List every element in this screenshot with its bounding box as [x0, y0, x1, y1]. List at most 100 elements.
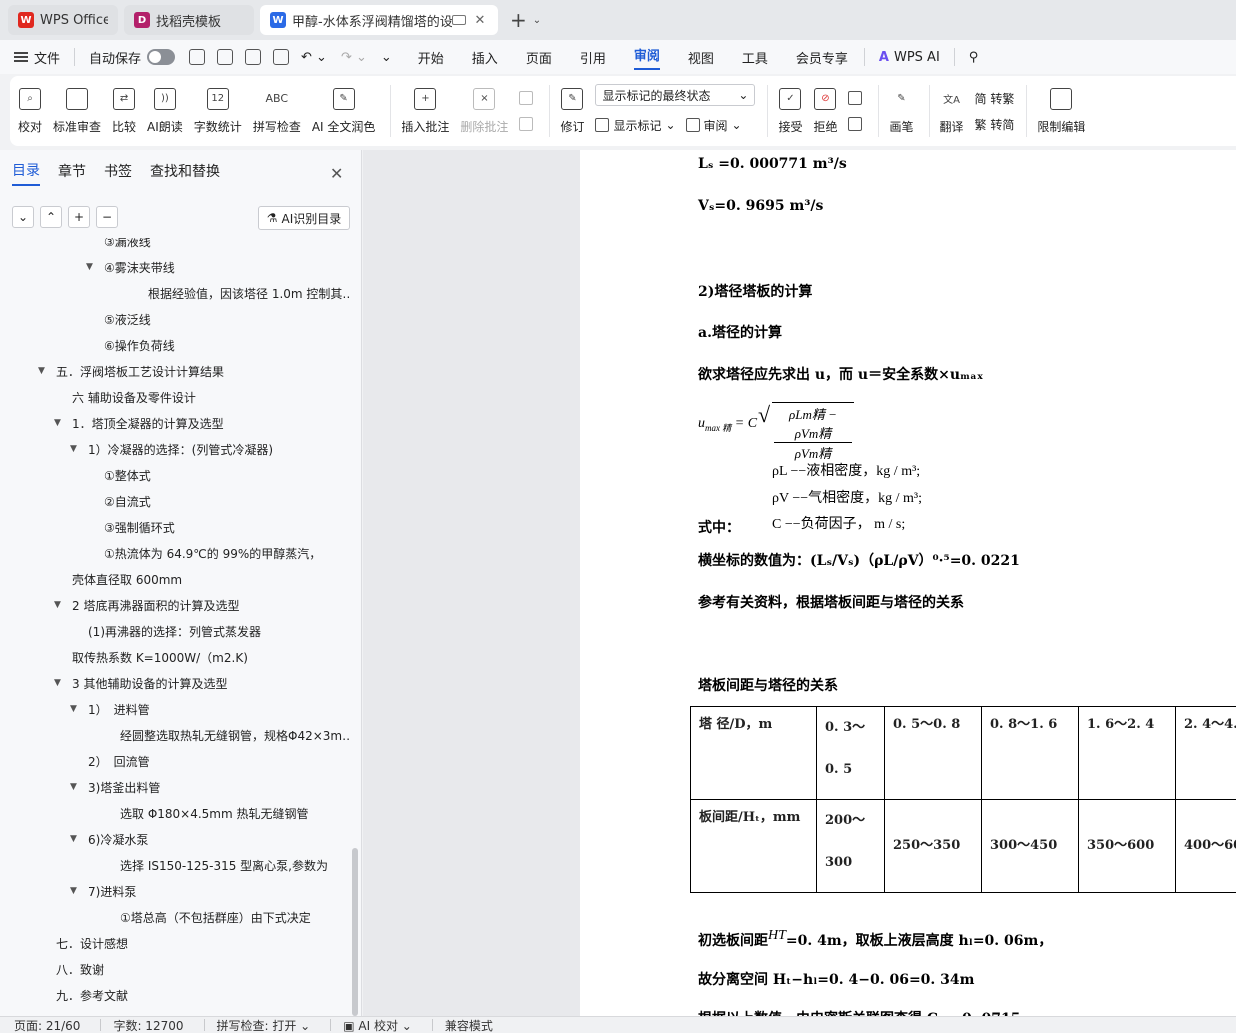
more-chevron-icon[interactable]: ⌄: [381, 50, 392, 65]
expand-arrow-icon[interactable]: ▼: [38, 366, 50, 376]
file-menu[interactable]: 文件: [14, 48, 60, 67]
to-traditional-button[interactable]: 简 转繁: [975, 85, 1015, 111]
pen-button[interactable]: ✎ 画笔: [889, 88, 913, 135]
proof-button[interactable]: ⌕ 校对: [18, 87, 42, 135]
spell-check-button[interactable]: ABC 拼写检查: [253, 88, 301, 135]
page-indicator[interactable]: 页面: 21/60: [14, 1017, 80, 1033]
accept-button[interactable]: ✓ 接受: [778, 87, 802, 135]
toc-item[interactable]: ▼ 3 其他辅助设备的计算及选型: [54, 670, 227, 696]
word-count-indicator[interactable]: 字数: 12700: [113, 1017, 183, 1033]
compare-button[interactable]: ⇄ 比较: [112, 87, 136, 135]
previous-comment-icon[interactable]: [519, 91, 534, 105]
spell-check-indicator[interactable]: 拼写检查: 打开 ⌄: [217, 1017, 311, 1033]
expand-arrow-icon[interactable]: ▼: [54, 418, 66, 428]
toc-item[interactable]: ⑤液泛线: [104, 306, 151, 332]
expand-arrow-icon[interactable]: ▼: [54, 678, 66, 688]
expand-arrow-icon[interactable]: ▼: [70, 834, 82, 844]
expand-arrow-icon[interactable]: ▼: [70, 704, 82, 714]
tab-home[interactable]: 开始: [418, 48, 444, 67]
toc-item[interactable]: ▼ 1．塔顶全凝器的计算及选型: [54, 410, 224, 436]
tab-insert[interactable]: 插入: [472, 48, 498, 67]
toc-item[interactable]: ①热流体为 64.9℃的 99%的甲醇蒸汽，: [104, 540, 321, 566]
expand-arrow-icon[interactable]: ▼: [70, 444, 82, 454]
search-icon[interactable]: ⚲: [969, 50, 979, 65]
export-pdf-icon[interactable]: [217, 49, 234, 65]
chevron-up-icon[interactable]: ⌃: [40, 206, 62, 228]
scrollbar-thumb[interactable]: [352, 848, 358, 1016]
tab-document[interactable]: W 甲醇-水体系浮阀精馏塔的设计 ✕: [260, 5, 498, 35]
next-comment-icon[interactable]: [519, 117, 534, 131]
insert-comment-button[interactable]: + 插入批注: [401, 87, 449, 135]
word-count-button[interactable]: 12 字数统计: [194, 87, 242, 135]
tab-tools[interactable]: 工具: [742, 48, 768, 67]
toc-item[interactable]: (1)再沸器的选择：列管式蒸发器: [88, 618, 261, 644]
monitor-icon[interactable]: [452, 15, 466, 25]
toc-item[interactable]: ▼ 2 塔底再沸器面积的计算及选型: [54, 592, 239, 618]
toc-item[interactable]: 六 辅助设备及零件设计: [72, 384, 196, 410]
tab-page[interactable]: 页面: [526, 48, 552, 67]
tab-bookmarks[interactable]: 书签: [104, 161, 132, 185]
ai-read-button[interactable]: )) AI朗读: [147, 87, 183, 135]
ai-polish-button[interactable]: ✎ AI 全文润色: [312, 87, 375, 135]
toc-item[interactable]: 根据经验值，因该塔径 1.0m 控制其…: [148, 280, 350, 306]
close-tab-icon[interactable]: ✕: [472, 13, 488, 28]
toc-item[interactable]: 选取 Φ180×4.5mm 热轧无缝钢管: [120, 800, 309, 826]
chevron-down-icon[interactable]: ⌄: [533, 15, 541, 26]
toc-item[interactable]: 壳体直径取 600mm: [72, 566, 182, 592]
tab-references[interactable]: 引用: [580, 48, 606, 67]
expand-arrow-icon[interactable]: ▼: [70, 886, 82, 896]
new-tab-icon[interactable]: +: [510, 8, 527, 32]
save-icon[interactable]: [189, 49, 206, 65]
toc-item[interactable]: 九．参考文献: [56, 982, 128, 1008]
chevron-down-icon[interactable]: ⌄: [12, 206, 34, 228]
toc-item[interactable]: ▼ ④雾沫夹带线: [86, 254, 175, 280]
expand-arrow-icon[interactable]: ▼: [54, 600, 66, 610]
close-icon[interactable]: ✕: [330, 164, 343, 183]
toc-item[interactable]: ▼ 五．浮阀塔板工艺设计计算结果: [38, 358, 224, 384]
toc-item[interactable]: ▼ 3)塔釜出料管: [70, 774, 160, 800]
toc-item[interactable]: ①整体式: [104, 462, 151, 488]
show-markup-button[interactable]: 显示标记: [613, 117, 661, 134]
tab-template[interactable]: D 找稻壳模板: [124, 5, 254, 35]
toc-item[interactable]: 经圆整选取热轧无缝钢管，规格Φ42×3m…: [120, 722, 350, 748]
delete-comment-button[interactable]: × 删除批注: [460, 87, 508, 135]
standard-review-button[interactable]: 标准审查: [53, 87, 101, 135]
markup-state-dropdown[interactable]: 显示标记的最终状态 ⌄: [595, 84, 756, 106]
toggle-switch-icon[interactable]: [147, 49, 176, 65]
toc-item[interactable]: ▼ 1） 进料管: [70, 696, 150, 722]
tab-view[interactable]: 视图: [688, 48, 714, 67]
previous-change-icon[interactable]: [848, 91, 863, 105]
expand-arrow-icon[interactable]: ▼: [70, 782, 82, 792]
remove-icon[interactable]: −: [96, 206, 118, 228]
document-page[interactable]: Lₛ =0. 000771 m³/s Vₛ=0. 9695 m³/s 2)塔径塔…: [580, 150, 1236, 1016]
autosave-toggle[interactable]: 自动保存: [89, 48, 176, 67]
expand-arrow-icon[interactable]: ▼: [86, 262, 98, 272]
toc-item[interactable]: ②自流式: [104, 488, 151, 514]
revise-button[interactable]: ✎ 修订: [560, 87, 584, 135]
tab-find-replace[interactable]: 查找和替换: [150, 161, 220, 185]
toc-item[interactable]: ①塔总高（不包括群座）由下式决定: [120, 904, 311, 930]
toc-item[interactable]: 八．致谢: [56, 956, 104, 982]
toc-item[interactable]: ▼ 6)冷凝水泵: [70, 826, 148, 852]
add-icon[interactable]: +: [68, 206, 90, 228]
toc-item[interactable]: ▼ 7)进料泵: [70, 878, 136, 904]
tab-toc[interactable]: 目录: [12, 160, 40, 186]
redo-icon[interactable]: ↷ ⌄: [341, 50, 367, 65]
toc-item[interactable]: 2） 回流管: [88, 748, 150, 774]
toc-item[interactable]: ③强制循环式: [104, 514, 175, 540]
tab-member[interactable]: 会员专享: [796, 48, 848, 67]
print-preview-icon[interactable]: [273, 49, 290, 65]
wps-ai-button[interactable]: A WPS AI: [879, 50, 940, 65]
ai-toc-button[interactable]: ⚗ AI识别目录: [258, 206, 350, 230]
toc-item[interactable]: ⑥操作负荷线: [104, 332, 175, 358]
reject-button[interactable]: ⊘ 拒绝: [813, 87, 837, 135]
toc-item[interactable]: 选择 IS150-125-315 型离心泵,参数为: [120, 852, 328, 878]
toc-scrollbar[interactable]: [352, 238, 358, 1016]
review-pane-button[interactable]: 审阅: [704, 117, 728, 134]
translate-button[interactable]: 文A 翻译: [940, 88, 964, 135]
tab-wps-office[interactable]: W WPS Office: [8, 5, 118, 35]
restrict-edit-button[interactable]: 限制编辑: [1037, 87, 1085, 135]
tab-review[interactable]: 审阅: [633, 45, 660, 70]
toc-item[interactable]: ▼ 1）冷凝器的选择：(列管式冷凝器): [70, 436, 273, 462]
toc-item[interactable]: 七．设计感想: [56, 930, 128, 956]
